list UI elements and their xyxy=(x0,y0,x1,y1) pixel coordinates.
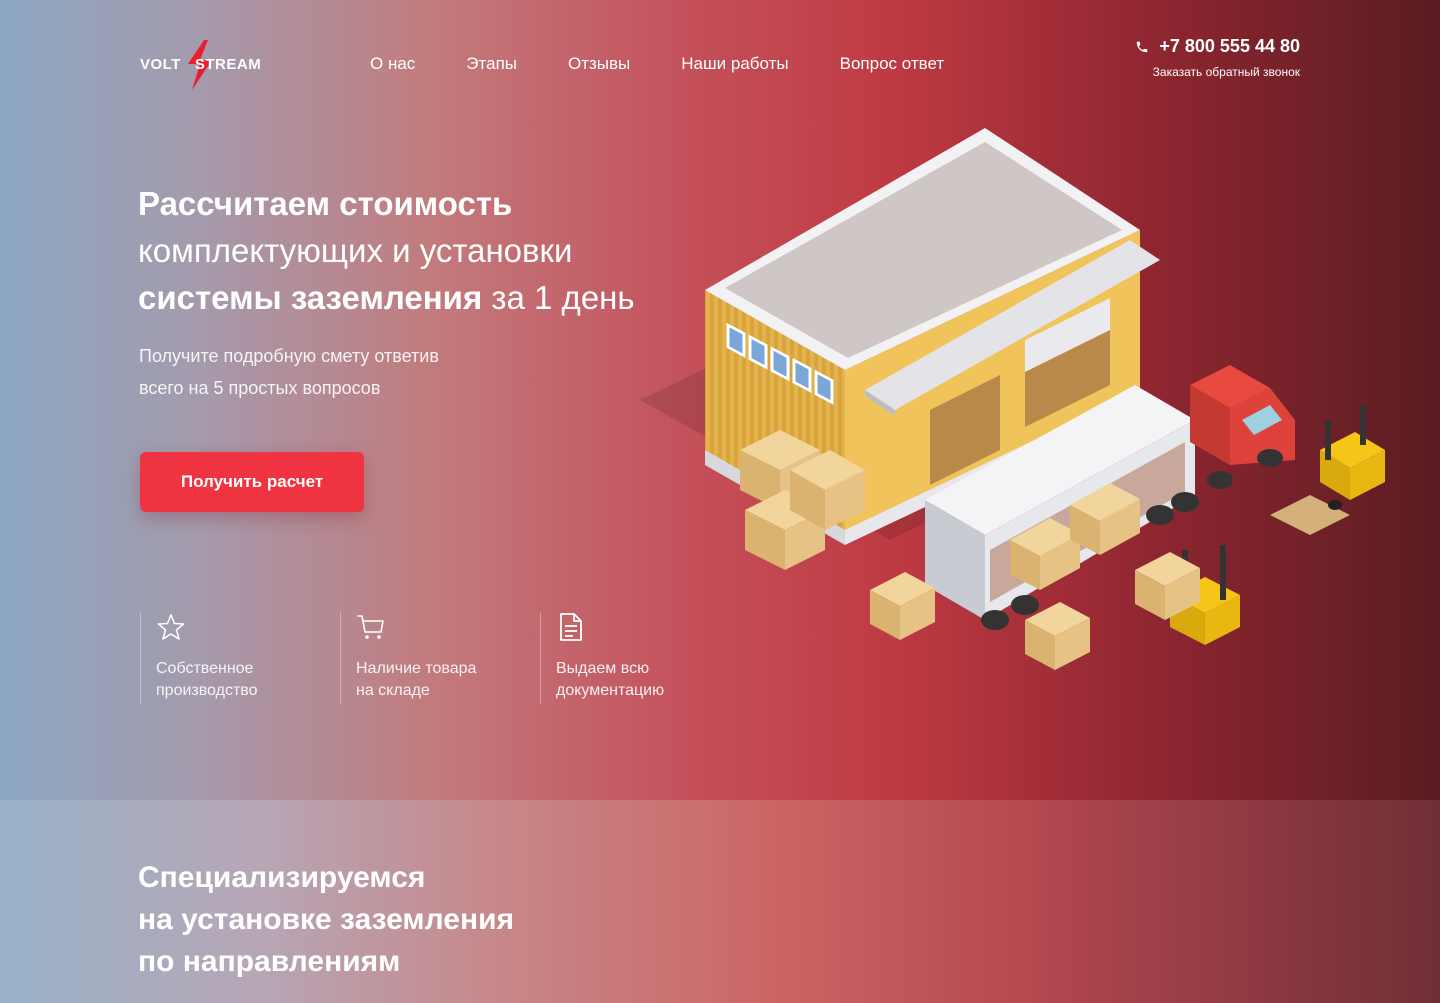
feature-text: Собственное производство xyxy=(156,660,258,699)
cart-icon xyxy=(357,615,384,639)
subtitle-line-2: всего на 5 простых вопросов xyxy=(139,378,381,398)
nav-item-reviews[interactable]: Отзывы xyxy=(568,54,630,74)
truck-cab xyxy=(1190,365,1295,489)
headline-line-1: Рассчитаем стоимость xyxy=(138,185,513,222)
phone-icon xyxy=(1137,41,1148,52)
feature-item-production: Собственное производство xyxy=(140,612,340,704)
callback-link[interactable]: Заказать обратный звонок xyxy=(1135,65,1300,79)
section-title: Специализируемся на установке заземления… xyxy=(138,861,515,978)
get-estimate-button[interactable]: Получить расчет xyxy=(140,452,364,512)
headline-line-3-bold: системы заземления xyxy=(138,279,483,316)
logo-text-stream: STREAM xyxy=(194,56,262,73)
hero-headline: Рассчитаем стоимость комплектующих и уст… xyxy=(138,180,698,321)
main-nav: О нас Этапы Отзывы Наши работы Вопрос от… xyxy=(370,54,944,74)
nav-item-works[interactable]: Наши работы xyxy=(681,54,788,74)
feature-item-stock: Наличие товара на складе xyxy=(340,612,540,704)
logo[interactable]: VOLT STREAM xyxy=(140,40,286,90)
document-icon xyxy=(560,613,582,641)
contact-block: +7 800 555 44 80 Заказать обратный звоно… xyxy=(1135,36,1300,79)
headline-line-3-rest: за 1 день xyxy=(482,279,635,316)
logo-text-volt: VOLT xyxy=(140,56,181,73)
warehouse-illustration xyxy=(640,128,1385,670)
nav-item-about[interactable]: О нас xyxy=(370,54,415,74)
phone-number-link[interactable]: +7 800 555 44 80 xyxy=(1159,36,1300,57)
hero-section: VOLT STREAM О нас Этапы Отзывы Наши работ… xyxy=(0,0,1440,800)
star-icon xyxy=(157,614,185,640)
forklift xyxy=(1135,545,1240,645)
nav-item-faq[interactable]: Вопрос ответ xyxy=(840,54,945,74)
hero-subtitle: Получите подробную смету ответив всего н… xyxy=(139,340,559,404)
nav-item-stages[interactable]: Этапы xyxy=(466,54,517,74)
headline-line-2: комплектующих и установки xyxy=(138,232,573,269)
feature-text: Наличие товара на складе xyxy=(356,660,477,699)
subtitle-line-1: Получите подробную смету ответив xyxy=(139,346,439,366)
